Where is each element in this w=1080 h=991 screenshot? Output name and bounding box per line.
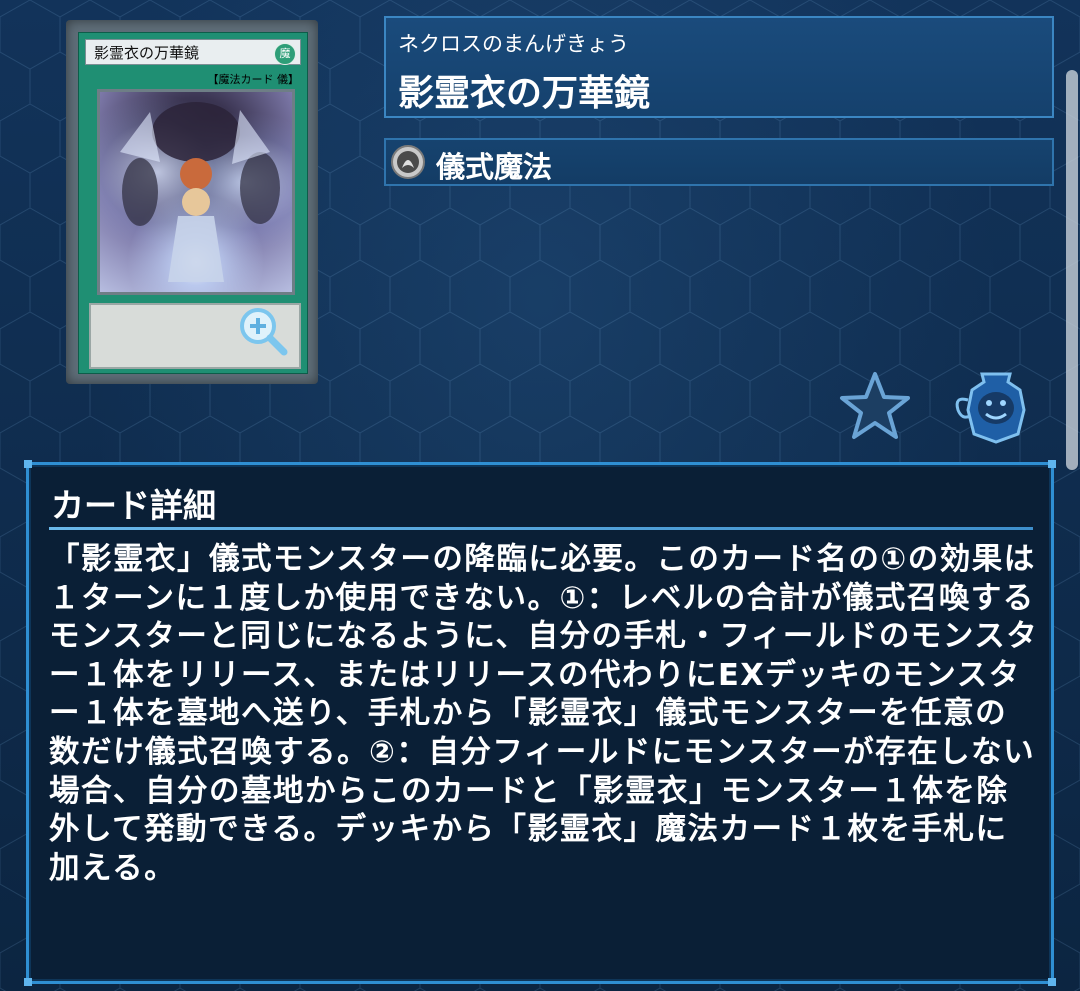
card-name-reading: ネクロスのまんげきょう xyxy=(398,32,629,56)
spell-type-panel: 儀式魔法 xyxy=(384,138,1054,186)
panel-corner xyxy=(1048,460,1056,468)
card-detail-title: カード詳細 xyxy=(51,486,216,525)
card-image-attribute: 魔 xyxy=(274,43,296,65)
card-artwork-figures xyxy=(120,102,280,282)
spell-type-label: 儀式魔法 xyxy=(436,150,553,184)
scrollbar-thumb[interactable] xyxy=(1066,70,1078,470)
card-detail-panel: カード詳細 「影霊衣」儀式モンスターの降臨に必要。このカード名の①の効果は１ター… xyxy=(24,460,1056,986)
card-image-name-text: 影霊衣の万華鏡 xyxy=(94,44,200,62)
card-name-panel: ネクロスのまんげきょう 影霊衣の万華鏡 xyxy=(384,16,1054,118)
panel-corner xyxy=(24,460,32,468)
star-icon[interactable] xyxy=(838,370,912,442)
panel-corner xyxy=(24,978,32,986)
card-effect-text: 「影霊衣」儀式モンスターの降臨に必要。このカード名の①の効果は１ターンに１度しか… xyxy=(49,542,1039,886)
card-name: 影霊衣の万華鏡 xyxy=(398,73,651,114)
card-image-name: 影霊衣の万華鏡 魔 xyxy=(85,39,301,65)
pot-of-greed-icon[interactable] xyxy=(952,370,1040,444)
magnify-plus-icon[interactable] xyxy=(236,304,290,358)
card-image-type-line: 【魔法カード 儀】 xyxy=(207,73,300,86)
divider xyxy=(49,527,1033,530)
ritual-spell-icon xyxy=(391,145,425,179)
panel-corner xyxy=(1048,978,1056,986)
card-artwork xyxy=(97,89,295,295)
